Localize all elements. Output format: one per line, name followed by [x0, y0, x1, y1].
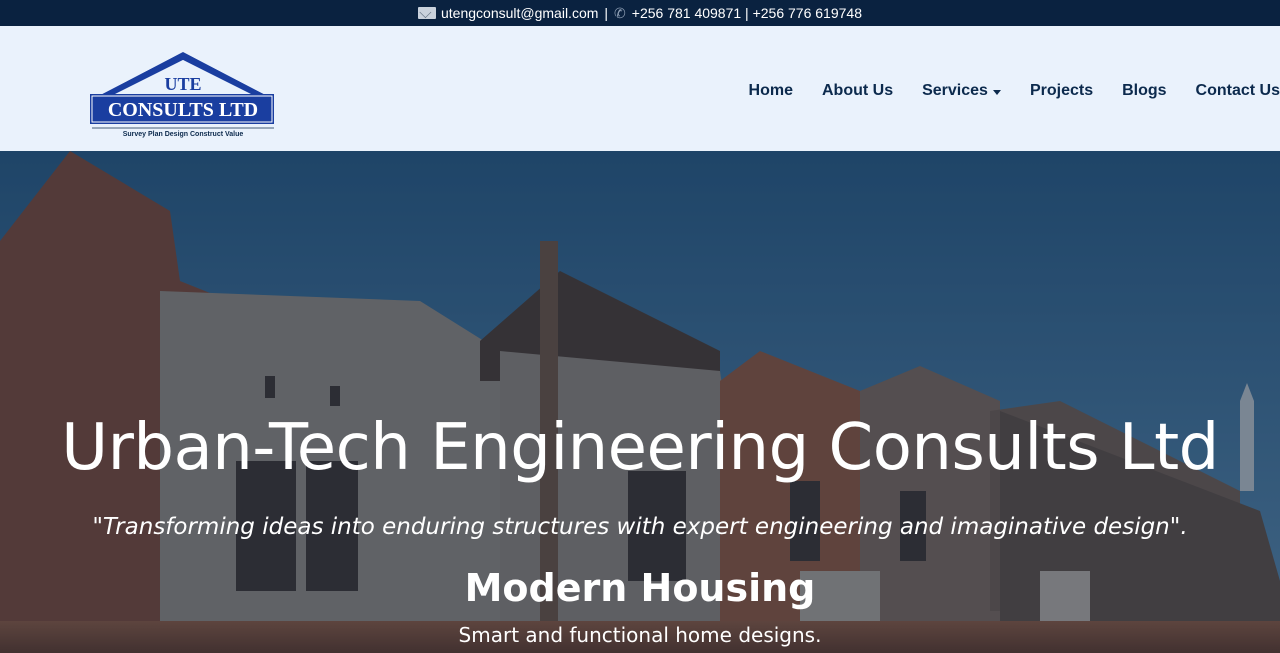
logo-mark: UTE CONSULTS LTD Survey Plan Design Cons… [90, 52, 274, 138]
nav-item-blogs[interactable]: Blogs [1122, 82, 1166, 100]
hero-title: Urban-Tech Engineering Consults Ltd [61, 411, 1219, 485]
contact-bar: utengconsult@gmail.com | ✆ +256 781 4098… [0, 0, 1280, 26]
contact-separator: | [604, 5, 609, 21]
logo-line2: CONSULTS LTD [108, 99, 258, 121]
hero-tagline: "Transforming ideas into enduring struct… [92, 514, 1188, 540]
chevron-down-icon[interactable] [992, 89, 1001, 95]
nav-item-contact-us[interactable]: Contact Us [1196, 82, 1280, 100]
nav-link-services[interactable]: Services [922, 82, 988, 100]
phone-icon: ✆ [614, 4, 626, 21]
main-nav: Home About Us Services Projects Blogs Co… [749, 82, 1280, 100]
hero-slider: Urban-Tech Engineering Consults Ltd "Tra… [0, 151, 1280, 653]
nav-link-contact-us[interactable]: Contact Us [1196, 82, 1280, 100]
slide-description: Smart and functional home designs. [458, 623, 822, 647]
site-logo[interactable]: UTE CONSULTS LTD Survey Plan Design Cons… [88, 50, 278, 142]
nav-link-home[interactable]: Home [749, 82, 793, 100]
nav-item-services[interactable]: Services [922, 82, 1001, 100]
site-header: UTE CONSULTS LTD Survey Plan Design Cons… [0, 26, 1280, 151]
nav-link-about-us[interactable]: About Us [822, 82, 893, 100]
nav-link-blogs[interactable]: Blogs [1122, 82, 1166, 100]
contact-phones[interactable]: +256 781 409871 | +256 776 619748 [632, 5, 862, 21]
envelope-icon [418, 7, 436, 19]
nav-item-about-us[interactable]: About Us [822, 82, 893, 100]
nav-item-projects[interactable]: Projects [1030, 82, 1093, 100]
logo-slogan: Survey Plan Design Construct Value [123, 131, 244, 138]
contact-email[interactable]: utengconsult@gmail.com [441, 5, 598, 21]
slide-title: Modern Housing [464, 566, 816, 610]
nav-item-home[interactable]: Home [749, 82, 793, 100]
logo-line1: UTE [164, 74, 201, 94]
nav-link-projects[interactable]: Projects [1030, 82, 1093, 100]
